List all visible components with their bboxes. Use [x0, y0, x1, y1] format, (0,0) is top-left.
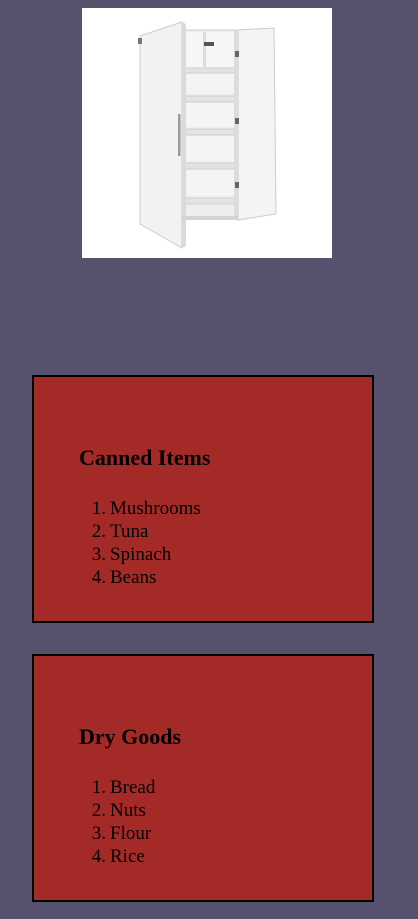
canned-items-list: 1. Mushrooms 2. Tuna 3. Spinach 4. Beans	[86, 497, 201, 589]
list-item: 2. Nuts	[91, 800, 146, 821]
list-item: 1. Mushrooms	[91, 498, 201, 519]
dry-goods-card: Dry Goods 1. Bread 2. Nuts 3. Flour 4. Rice	[32, 654, 374, 902]
dry-goods-list: 1. Bread 2. Nuts 3. Flour 4. Rice	[86, 776, 156, 868]
list-item: 4. Beans	[91, 567, 157, 588]
list-item: 3. Spinach	[91, 544, 172, 565]
list-item: 1. Bread	[91, 777, 156, 798]
list-item: 2. Tuna	[91, 521, 149, 542]
section-title: Canned Items	[79, 445, 211, 470]
section-title: Dry Goods	[79, 724, 182, 749]
cabinet-image	[82, 8, 332, 258]
canned-items-card: Canned Items 1. Mushrooms 2. Tuna 3. Spinac…	[32, 375, 374, 623]
list-item: 4. Rice	[91, 846, 145, 867]
list-item: 3. Flour	[91, 823, 152, 844]
storage-cabinet-icon	[138, 21, 277, 249]
